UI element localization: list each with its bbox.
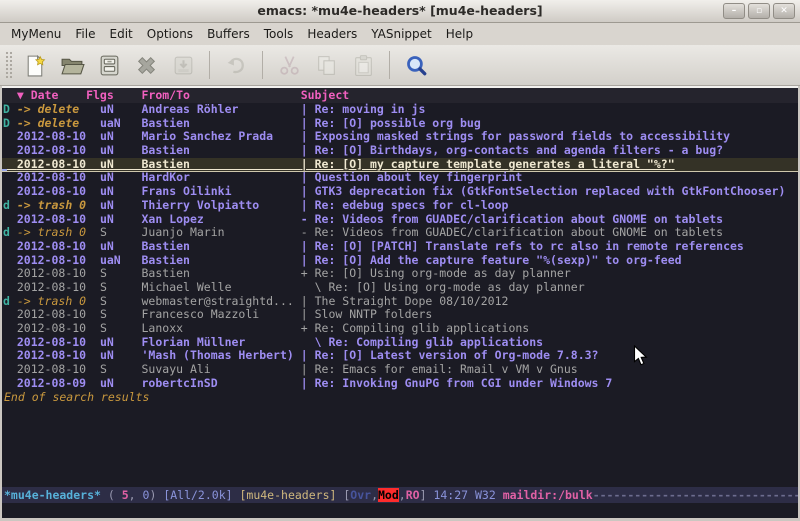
new-file-icon: [23, 53, 48, 78]
modeline-line-number: 5: [122, 488, 129, 502]
message-row[interactable]: 2012-08-10 S Bastien + Re: [O] Using org…: [2, 267, 798, 281]
maximize-button[interactable]: ▫: [748, 3, 770, 19]
save-buffer-button[interactable]: [95, 51, 123, 79]
search-icon: [404, 53, 429, 78]
modeline-modified-flag: Mod: [378, 488, 399, 502]
toolbar-separator: [389, 51, 390, 79]
menu-item-file[interactable]: File: [68, 23, 102, 45]
toolbar-buttons: [21, 51, 430, 79]
modeline-buffer-name: *mu4e-headers*: [4, 488, 101, 502]
message-row[interactable]: 2012-08-10 S Lanoxx + Re: Compiling glib…: [2, 322, 798, 336]
minimize-button[interactable]: –: [723, 3, 745, 19]
message-row[interactable]: d -> trash 0 S webmaster@straightd... | …: [2, 295, 798, 309]
message-row[interactable]: 2012-08-10 uaN Bastien | Re: [O] Add the…: [2, 254, 798, 268]
modeline-readonly-flag: RO: [406, 488, 420, 502]
mode-line: *mu4e-headers* ( 5, 0) [All/2.0k] [mu4e-…: [2, 487, 798, 503]
save-as-button: [169, 51, 197, 79]
undo-button: [222, 51, 250, 79]
cut-button: [275, 51, 303, 79]
cut-icon: [277, 53, 302, 78]
save-buffer-icon: [97, 53, 122, 78]
window-title: emacs: *mu4e-headers* [mu4e-headers]: [0, 0, 800, 22]
message-row[interactable]: D -> delete uaN Bastien | Re: [O] possib…: [2, 117, 798, 131]
message-row[interactable]: D -> delete uN Andreas Röhler | Re: movi…: [2, 103, 798, 117]
message-row[interactable]: 2012-08-10 S Michael Welle \ Re: [O] Usi…: [2, 281, 798, 295]
menu-item-tools[interactable]: Tools: [257, 23, 301, 45]
undo-icon: [224, 53, 249, 78]
message-row[interactable]: 2012-08-10 uN Florian Müllner \ Re: Comp…: [2, 336, 798, 350]
toolbar-grip-handle[interactable]: [5, 51, 12, 79]
toolbar: [0, 45, 800, 86]
modeline-separator1: ,: [129, 488, 143, 502]
message-row[interactable]: 2012-08-09 uN robertcInSD | Re: Invoking…: [2, 377, 798, 391]
modeline-overwrite-flag: Ovr: [350, 488, 371, 502]
open-folder-button[interactable]: [58, 51, 86, 79]
new-file-button[interactable]: [21, 51, 49, 79]
copy-icon: [314, 53, 339, 78]
message-row[interactable]: d -> trash 0 uN Thierry Volpiatto | Re: …: [2, 199, 798, 213]
modeline-paren-open: (: [101, 488, 122, 502]
echo-area[interactable]: [2, 503, 798, 518]
message-row[interactable]: 2012-08-10 uN 'Mash (Thomas Herbert) | R…: [2, 349, 798, 363]
window-controls: –▫✕: [723, 3, 795, 19]
modeline-major-mode: [mu4e-headers]: [239, 488, 343, 502]
message-row[interactable]: d -> trash 0 S Juanjo Marin - Re: Videos…: [2, 226, 798, 240]
emacs-frame: ▼ Date Flgs From/To Subject D -> delete …: [0, 86, 800, 518]
modeline-paren-close: ): [149, 488, 163, 502]
paste-icon: [351, 53, 376, 78]
close-button[interactable]: ✕: [773, 3, 795, 19]
message-row[interactable]: 2012-08-10 uN Bastien | Re: [O] Birthday…: [2, 144, 798, 158]
close-buffer-icon: [134, 53, 159, 78]
message-row[interactable]: 2012-08-10 S Suvayu Ali | Re: Emacs for …: [2, 363, 798, 377]
emacs-window: emacs: *mu4e-headers* [mu4e-headers] –▫✕…: [0, 0, 800, 521]
toolbar-separator: [262, 51, 263, 79]
modeline-separator2: ,: [371, 488, 378, 502]
message-list: D -> delete uN Andreas Röhler | Re: movi…: [2, 103, 798, 390]
message-row[interactable]: 2012-08-10 uN Mario Sanchez Prada | Expo…: [2, 130, 798, 144]
menubar: MyMenuFileEditOptionsBuffersToolsHeaders…: [0, 23, 800, 45]
titlebar[interactable]: emacs: *mu4e-headers* [mu4e-headers] –▫✕: [0, 0, 800, 23]
menu-item-yasnippet[interactable]: YASnippet: [364, 23, 439, 45]
modeline-clock: 14:27 W32: [433, 488, 502, 502]
modeline-separator3: ,: [399, 488, 406, 502]
message-row[interactable]: 2012-08-10 uN Xan Lopez - Re: Videos fro…: [2, 213, 798, 227]
mouse-cursor: [633, 345, 648, 367]
open-folder-icon: [60, 53, 85, 78]
paste-button: [349, 51, 377, 79]
save-as-icon: [171, 53, 196, 78]
toolbar-separator: [209, 51, 210, 79]
message-row[interactable]: 2012-08-10 uN Bastien | Re: [O] my captu…: [2, 158, 798, 172]
headers-column-header: ▼ Date Flgs From/To Subject: [2, 88, 798, 103]
modeline-bracket-close: ]: [420, 488, 434, 502]
menu-item-edit[interactable]: Edit: [103, 23, 140, 45]
headers-buffer[interactable]: ▼ Date Flgs From/To Subject D -> delete …: [2, 86, 798, 487]
menu-item-buffers[interactable]: Buffers: [200, 23, 257, 45]
menu-item-options[interactable]: Options: [140, 23, 200, 45]
search-button[interactable]: [402, 51, 430, 79]
message-row[interactable]: 2012-08-10 uN Frans Oilinki | GTK3 depre…: [2, 185, 798, 199]
copy-button: [312, 51, 340, 79]
menu-item-mymenu[interactable]: MyMenu: [4, 23, 68, 45]
message-row[interactable]: 2012-08-10 S Francesco Mazzoli | Slow NN…: [2, 308, 798, 322]
message-row[interactable]: 2012-08-10 uN HardKor | Question about k…: [2, 171, 798, 185]
modeline-maildir: maildir:/bulk: [503, 488, 593, 502]
close-buffer-button[interactable]: [132, 51, 160, 79]
menu-item-headers[interactable]: Headers: [300, 23, 364, 45]
modeline-dashes: ----------------------------------------…: [593, 488, 798, 502]
menu-item-help[interactable]: Help: [439, 23, 480, 45]
modeline-buffer-size: [All/2.0k]: [163, 488, 239, 502]
end-of-search-results: End of search results: [2, 390, 798, 404]
message-row[interactable]: 2012-08-10 uN Bastien | Re: [O] [PATCH] …: [2, 240, 798, 254]
